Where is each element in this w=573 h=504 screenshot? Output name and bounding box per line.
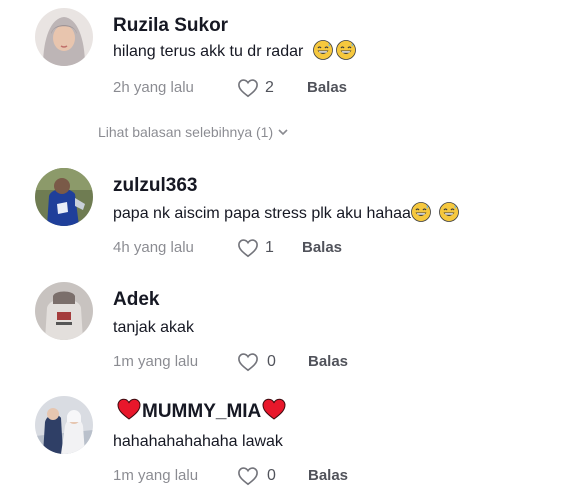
grinning-sweat-face-icon bbox=[312, 40, 333, 60]
comment-meta: 2h yang lalu 2 Balas bbox=[113, 76, 413, 100]
view-more-replies-button[interactable]: Lihat balasan selebihnya (1) bbox=[98, 122, 289, 142]
heart-outline-icon bbox=[238, 239, 258, 258]
reply-button[interactable]: Balas bbox=[308, 464, 348, 488]
avatar[interactable] bbox=[35, 396, 93, 454]
like-count: 0 bbox=[267, 353, 276, 370]
red-heart-emoji-icon bbox=[262, 398, 286, 420]
grinning-sweat-face-icon bbox=[335, 40, 356, 60]
heart-outline-icon bbox=[238, 353, 258, 372]
comment-item: Ruzila Sukor hilang terus akk tu dr rada… bbox=[0, 0, 573, 120]
like-button[interactable]: 1 bbox=[237, 236, 287, 260]
comment-text: hilang terus akk tu dr radar bbox=[113, 40, 356, 64]
comment-time: 1m yang lalu bbox=[113, 467, 199, 484]
like-count: 2 bbox=[265, 79, 274, 96]
username[interactable]: MUMMY_MIA bbox=[116, 398, 287, 424]
reply-button[interactable]: Balas bbox=[308, 350, 348, 374]
avatar[interactable] bbox=[35, 282, 93, 340]
comment-text-body: papa nk aiscim papa stress plk aku hahaa bbox=[113, 205, 411, 222]
comment-meta: 1m yang lalu 0 Balas bbox=[113, 350, 413, 374]
reply-button[interactable]: Balas bbox=[307, 76, 347, 100]
comment-text-body: hilang terus akk tu dr radar bbox=[113, 43, 304, 60]
like-button[interactable]: 0 bbox=[237, 464, 287, 488]
comment-time: 4h yang lalu bbox=[113, 239, 194, 256]
comment-text-body: tanjak akak bbox=[113, 319, 194, 336]
comment-text-body: hahahahahahaha lawak bbox=[113, 433, 283, 450]
avatar[interactable] bbox=[35, 8, 93, 66]
like-count: 0 bbox=[267, 467, 276, 484]
view-more-replies-label: Lihat balasan selebihnya (1) bbox=[98, 124, 274, 140]
heart-outline-icon bbox=[238, 79, 258, 98]
reply-button[interactable]: Balas bbox=[302, 236, 342, 260]
username[interactable]: Adek bbox=[113, 288, 159, 312]
comment-text: papa nk aiscim papa stress plk aku hahaa bbox=[113, 202, 459, 226]
like-button[interactable]: 0 bbox=[237, 350, 287, 374]
comment-text: hahahahahahaha lawak bbox=[113, 430, 283, 454]
comment-meta: 1m yang lalu 0 Balas bbox=[113, 464, 413, 488]
comment-meta: 4h yang lalu 1 Balas bbox=[113, 236, 413, 260]
chevron-down-icon bbox=[278, 129, 288, 136]
username[interactable]: zulzul363 bbox=[113, 174, 197, 198]
avatar[interactable] bbox=[35, 168, 93, 226]
username[interactable]: Ruzila Sukor bbox=[113, 14, 228, 38]
username-text: MUMMY_MIA bbox=[142, 401, 262, 422]
like-count: 1 bbox=[265, 239, 274, 256]
comment-item: Adek tanjak akak 1m yang lalu 0 Balas bbox=[0, 274, 573, 384]
red-heart-emoji-icon bbox=[117, 398, 141, 420]
comment-text: tanjak akak bbox=[113, 316, 194, 340]
heart-outline-icon bbox=[238, 467, 258, 486]
like-button[interactable]: 2 bbox=[237, 76, 287, 100]
comment-time: 1m yang lalu bbox=[113, 353, 199, 370]
comment-item: zulzul363 papa nk aiscim papa stress plk… bbox=[0, 160, 573, 270]
grinning-sweat-face-icon bbox=[439, 202, 459, 222]
comment-time: 2h yang lalu bbox=[113, 79, 194, 96]
comment-item: MUMMY_MIA hahahahahahaha lawak 1m yang l… bbox=[0, 388, 573, 504]
grinning-sweat-face-icon bbox=[411, 202, 431, 222]
